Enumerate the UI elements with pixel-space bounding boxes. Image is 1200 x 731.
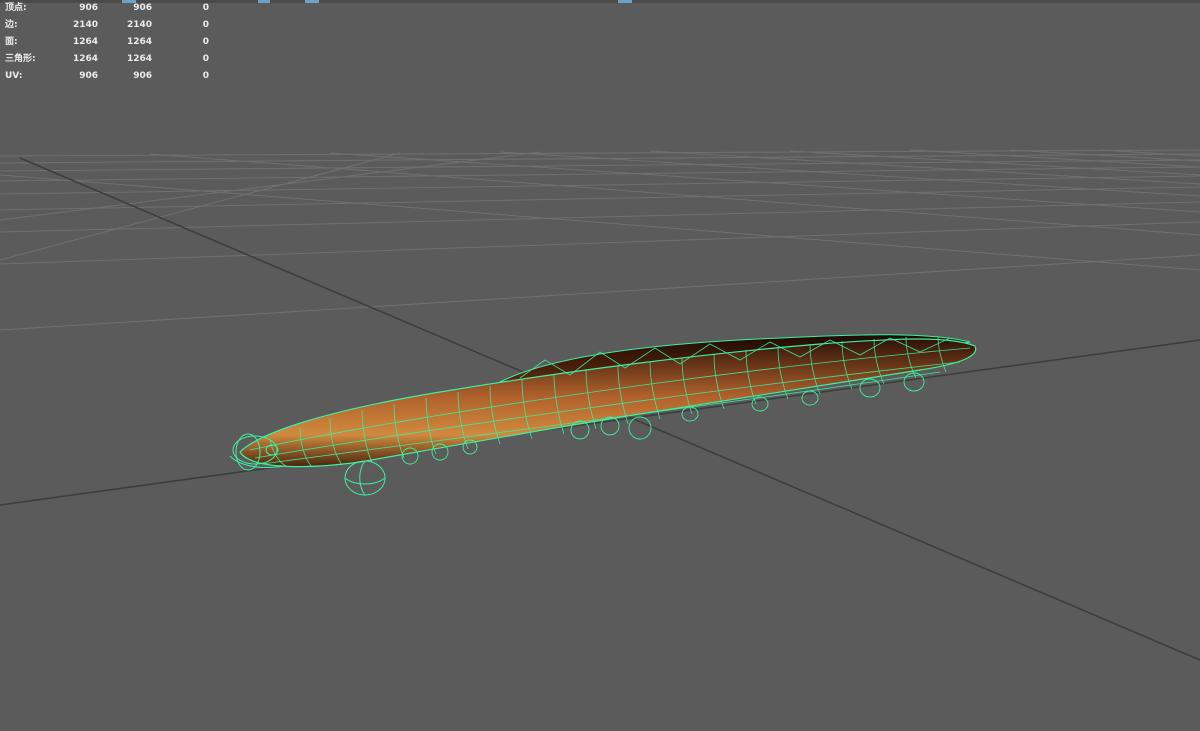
hud-value: 2140 [126, 20, 152, 30]
hud-value: 0 [202, 37, 209, 47]
hud-value: 1264 [72, 37, 98, 47]
hud-row-faces: 面: 1264 1264 0 [0, 34, 230, 51]
hud-row-triangles: 三角形: 1264 1264 0 [0, 51, 230, 68]
hud-value: 0 [202, 54, 209, 64]
hud-value: 1264 [126, 54, 152, 64]
poly-count-hud: 顶点: 906 906 0 边: 2140 2140 0 面: 1264 126… [0, 0, 230, 85]
viewport-scene[interactable] [0, 0, 1200, 731]
hud-label: 三角形: [5, 54, 36, 64]
hud-row-uvs: UV: 906 906 0 [0, 68, 230, 85]
hud-value: 906 [79, 3, 98, 13]
hud-row-edges: 边: 2140 2140 0 [0, 17, 230, 34]
hud-value: 0 [202, 71, 209, 81]
hud-value: 906 [79, 71, 98, 81]
hud-row-vertices: 顶点: 906 906 0 [0, 0, 230, 17]
hud-value: 2140 [72, 20, 98, 30]
hud-value: 0 [202, 3, 209, 13]
pectoral-fin[interactable] [344, 460, 386, 496]
3d-viewport[interactable]: 顶点: 906 906 0 边: 2140 2140 0 面: 1264 126… [0, 0, 1200, 731]
hud-value: 1264 [72, 54, 98, 64]
hud-label: UV: [5, 71, 23, 81]
hud-value: 1264 [126, 37, 152, 47]
hud-value: 906 [133, 71, 152, 81]
eel-model[interactable] [229, 334, 977, 496]
ground-grid [0, 149, 1200, 506]
hud-label: 边: [5, 20, 18, 30]
hud-value: 0 [202, 20, 209, 30]
hud-label: 顶点: [5, 3, 27, 13]
hud-label: 面: [5, 37, 18, 47]
hud-value: 906 [133, 3, 152, 13]
